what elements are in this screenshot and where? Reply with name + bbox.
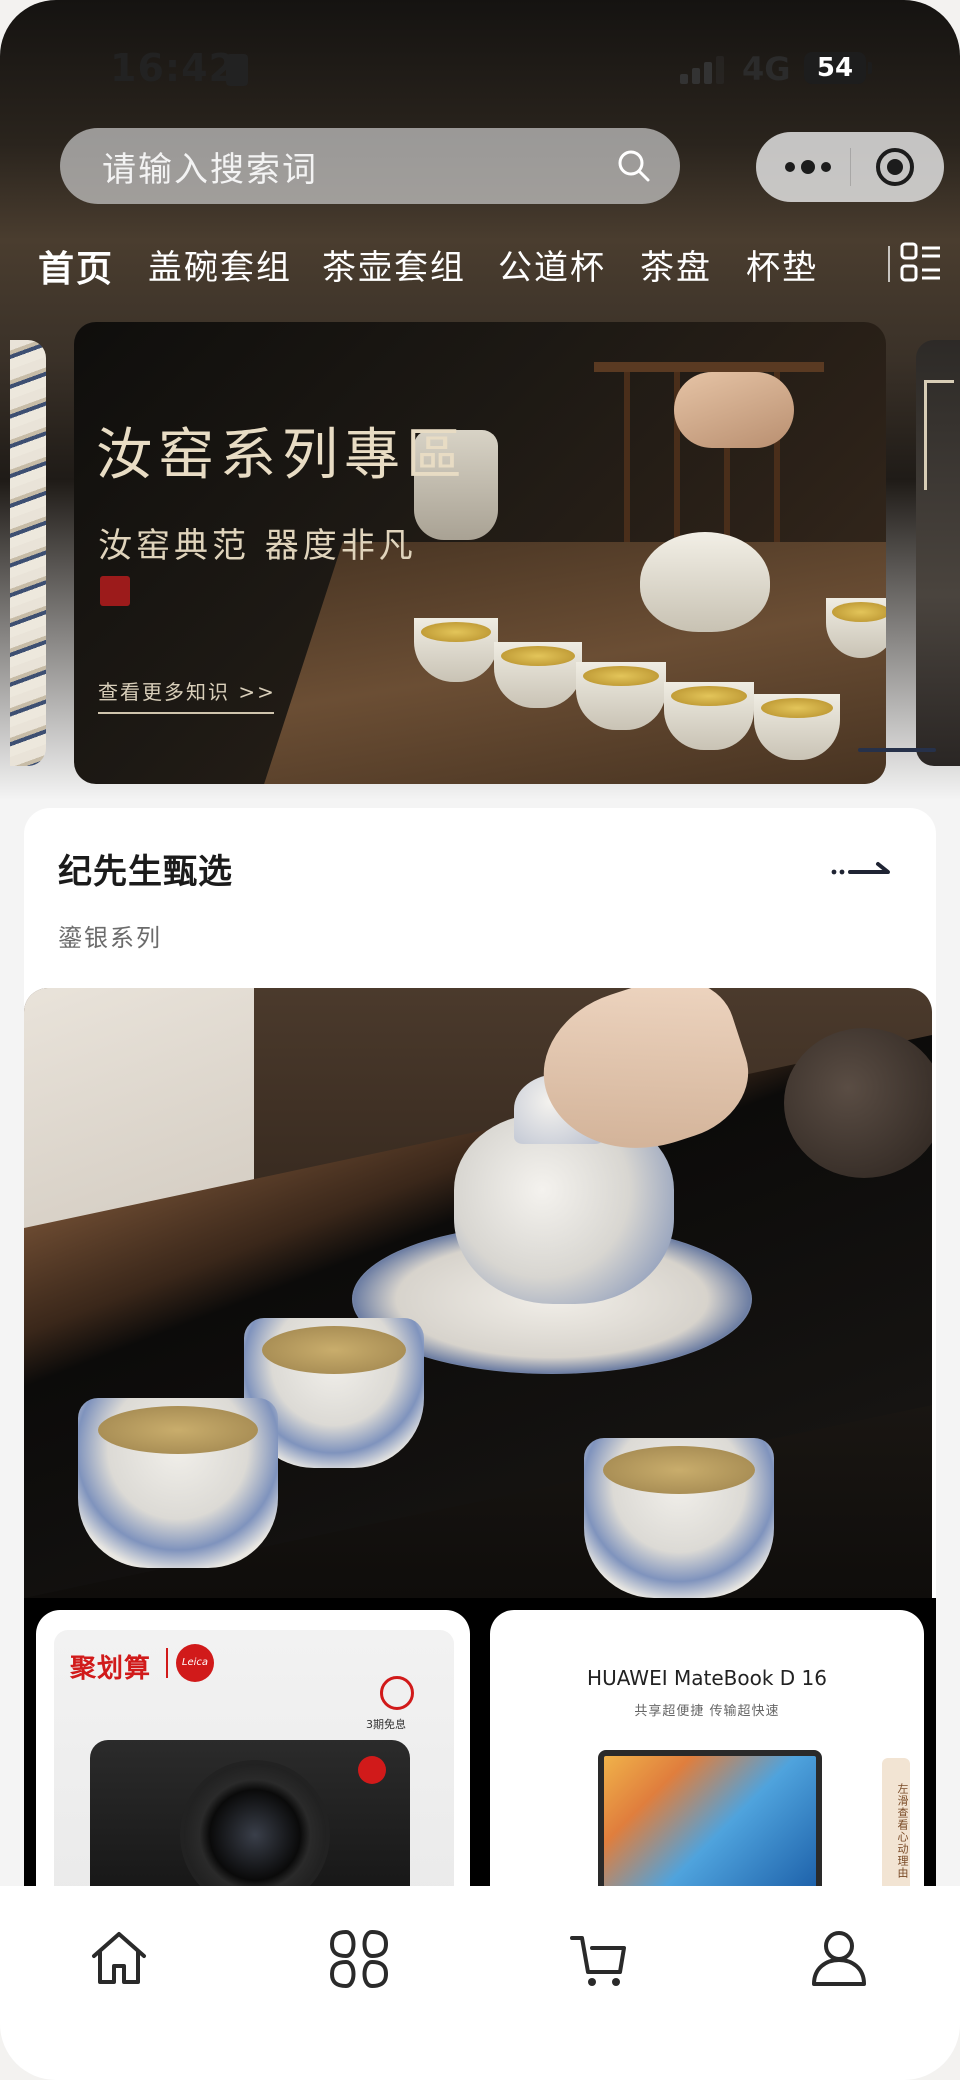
- banner-teapot-image: [640, 532, 770, 632]
- banner-more-link[interactable]: 查看更多知识 >>: [98, 676, 276, 705]
- miniprogram-capsule: [756, 132, 944, 202]
- arrow-right-icon[interactable]: [830, 858, 892, 882]
- tab-coaster[interactable]: 杯垫: [746, 240, 818, 289]
- photo-iron-pot: [784, 1028, 932, 1178]
- tab-tea-tray[interactable]: 茶盘: [640, 240, 712, 289]
- category-icon[interactable]: [326, 1926, 392, 1992]
- sim-card-icon: [226, 54, 248, 86]
- search-icon[interactable]: [616, 148, 652, 184]
- network-type: 4G: [742, 50, 791, 88]
- banner-link-underline: [98, 712, 274, 714]
- photo-tea-bowl: [78, 1398, 278, 1568]
- banner-hand-image: [674, 372, 794, 448]
- capsule-divider: [850, 148, 851, 186]
- user-icon[interactable]: [806, 1926, 872, 1992]
- home-icon[interactable]: [86, 1926, 152, 1992]
- status-time: 16:42: [110, 46, 236, 90]
- tab-home[interactable]: 首页: [38, 240, 114, 292]
- selection-subtitle: 鎏银系列: [58, 924, 162, 952]
- more-icon[interactable]: [782, 154, 834, 180]
- banner-prev-peek[interactable]: [10, 340, 46, 766]
- tab-gaiwan-set[interactable]: 盖碗套组: [148, 240, 292, 289]
- laptop-image: [598, 1750, 822, 1900]
- category-tabs: 首页 盖碗套组 茶壶套组 公道杯 茶盘 杯垫: [0, 240, 960, 300]
- banner-cup: [664, 682, 754, 750]
- featured-tea-photo[interactable]: [24, 988, 932, 1598]
- banner-cup: [576, 662, 666, 730]
- battery-indicator: 54: [804, 52, 866, 84]
- selection-title: 纪先生甄选: [58, 852, 233, 892]
- installment-label: 3期免息: [366, 1718, 406, 1731]
- tab-pitcher[interactable]: 公道杯: [498, 240, 606, 289]
- banner-next-peek[interactable]: [916, 340, 960, 766]
- tab-separator: [888, 246, 890, 282]
- photo-tea-bowl: [584, 1438, 774, 1598]
- close-miniprogram-icon[interactable]: [874, 146, 916, 188]
- search-input[interactable]: 请输入搜索词: [60, 128, 680, 204]
- battery-tip: [868, 62, 872, 74]
- phone-screen: 16:42 4G 54 请输入搜索词 首页 盖碗套组 茶壶套组 公道杯 茶盘 杯…: [0, 0, 960, 2080]
- tab-teapot-set[interactable]: 茶壶套组: [322, 240, 466, 289]
- banner-title: 汝窑系列專區: [96, 423, 468, 488]
- red-seal-icon: [100, 576, 130, 606]
- status-bar: 16:42 4G 54: [0, 40, 960, 96]
- banner-ru-kiln[interactable]: 汝窑系列專區 汝窑典范 器度非凡 查看更多知识 >>: [74, 322, 886, 784]
- juhuasuan-label: 聚划算: [70, 1654, 152, 1684]
- leica-logo: Leica: [176, 1644, 214, 1682]
- search-placeholder: 请输入搜索词: [102, 149, 318, 190]
- matebook-subtitle: 共享超便捷 传输超快速: [634, 1704, 780, 1719]
- signal-icon: [680, 54, 724, 84]
- carousel-indicator: [858, 748, 936, 752]
- matebook-title: HUAWEI MateBook D 16: [587, 1666, 827, 1690]
- cart-icon[interactable]: [566, 1926, 632, 1992]
- banner-subtitle: 汝窑典范 器度非凡: [98, 526, 417, 566]
- brand-separator: [166, 1648, 168, 1678]
- bottom-nav: [0, 1886, 960, 2080]
- swipe-hint-tag[interactable]: 左滑查看心动理由: [882, 1758, 910, 1898]
- category-grid-icon[interactable]: [900, 242, 942, 284]
- installment-icon: [380, 1676, 414, 1710]
